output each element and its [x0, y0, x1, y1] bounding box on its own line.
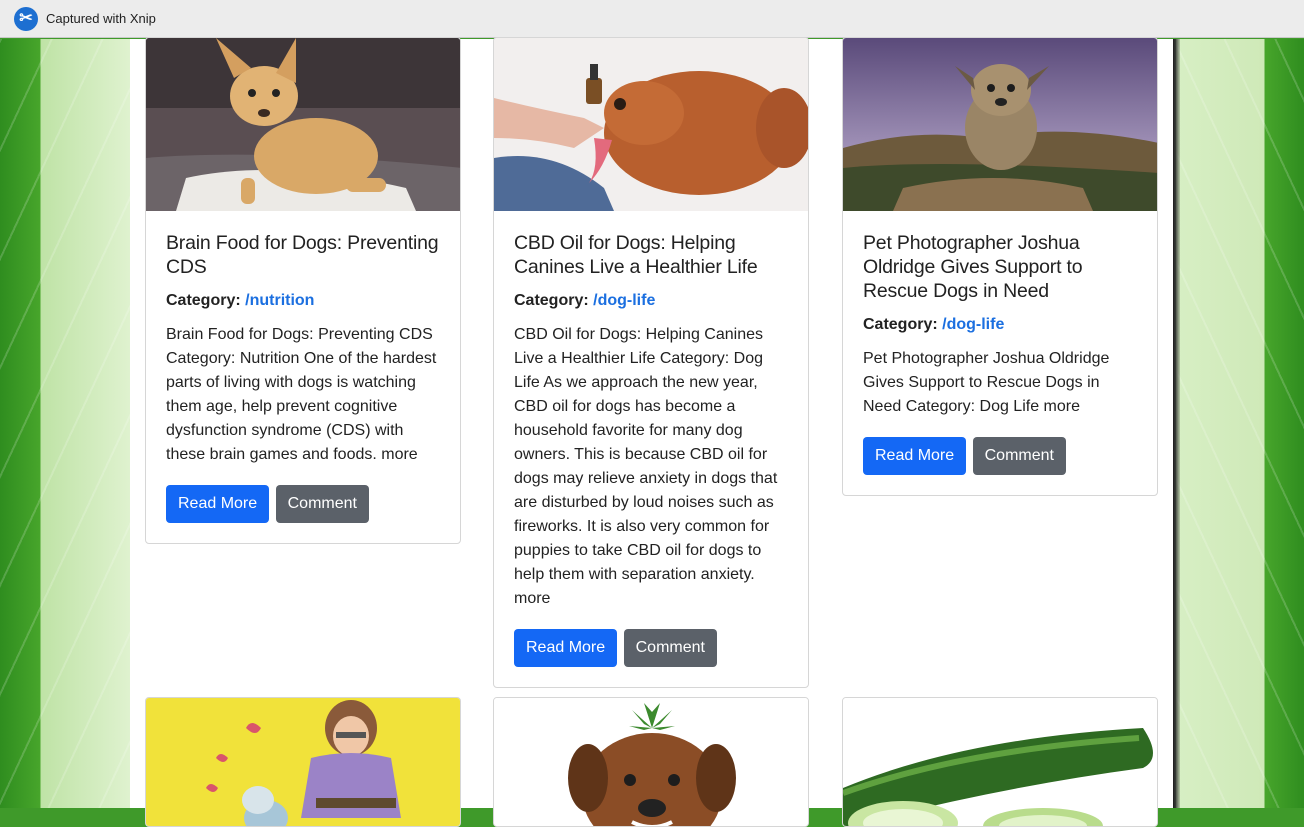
- capture-title-bar: ✂ Captured with Xnip: [0, 0, 1304, 38]
- read-more-button[interactable]: Read More: [166, 485, 270, 523]
- leaf-background-left: [0, 39, 130, 808]
- category-line: Category: /dog-life: [514, 289, 788, 313]
- article-excerpt: Brain Food for Dogs: Preventing CDS Cate…: [166, 326, 437, 463]
- capture-title: Captured with Xnip: [46, 11, 156, 26]
- category-line: Category: /dog-life: [863, 313, 1137, 337]
- leaf-background-right: [1176, 39, 1304, 808]
- poodle-cbd-dropper-photo[interactable]: [494, 38, 808, 211]
- article-card: CBD Oil for Dogs: Helping Canines Live a…: [493, 37, 809, 688]
- article-excerpt: CBD Oil for Dogs: Helping Canines Live a…: [514, 326, 778, 607]
- category-line: Category: /nutrition: [166, 289, 440, 313]
- dog-on-rock-photo[interactable]: [843, 38, 1157, 211]
- article-title[interactable]: Pet Photographer Joshua Oldridge Gives S…: [863, 231, 1137, 303]
- xnip-logo-icon: ✂: [14, 7, 38, 31]
- category-link[interactable]: /dog-life: [593, 292, 655, 309]
- category-label: Category:: [166, 292, 241, 309]
- article-excerpt: Pet Photographer Joshua Oldridge Gives S…: [863, 350, 1110, 415]
- read-more-button[interactable]: Read More: [863, 437, 967, 475]
- category-link[interactable]: /dog-life: [942, 316, 1004, 333]
- comment-button[interactable]: Comment: [275, 485, 369, 523]
- page-shadow: [1172, 39, 1180, 808]
- main-content: Brain Food for Dogs: Preventing CDS Cate…: [130, 37, 1173, 827]
- article-card: Pet Photographer Joshua Oldridge Gives S…: [842, 37, 1158, 496]
- category-label: Category:: [514, 292, 589, 309]
- comment-button[interactable]: Comment: [972, 437, 1066, 475]
- category-link[interactable]: /nutrition: [245, 292, 314, 309]
- article-title[interactable]: CBD Oil for Dogs: Helping Canines Live a…: [514, 231, 788, 279]
- comment-button[interactable]: Comment: [623, 629, 717, 667]
- category-label: Category:: [863, 316, 938, 333]
- chihuahua-photo[interactable]: [146, 38, 460, 211]
- read-more-button[interactable]: Read More: [514, 629, 618, 667]
- article-card: Brain Food for Dogs: Preventing CDS Cate…: [145, 37, 461, 544]
- article-title[interactable]: Brain Food for Dogs: Preventing CDS: [166, 231, 440, 279]
